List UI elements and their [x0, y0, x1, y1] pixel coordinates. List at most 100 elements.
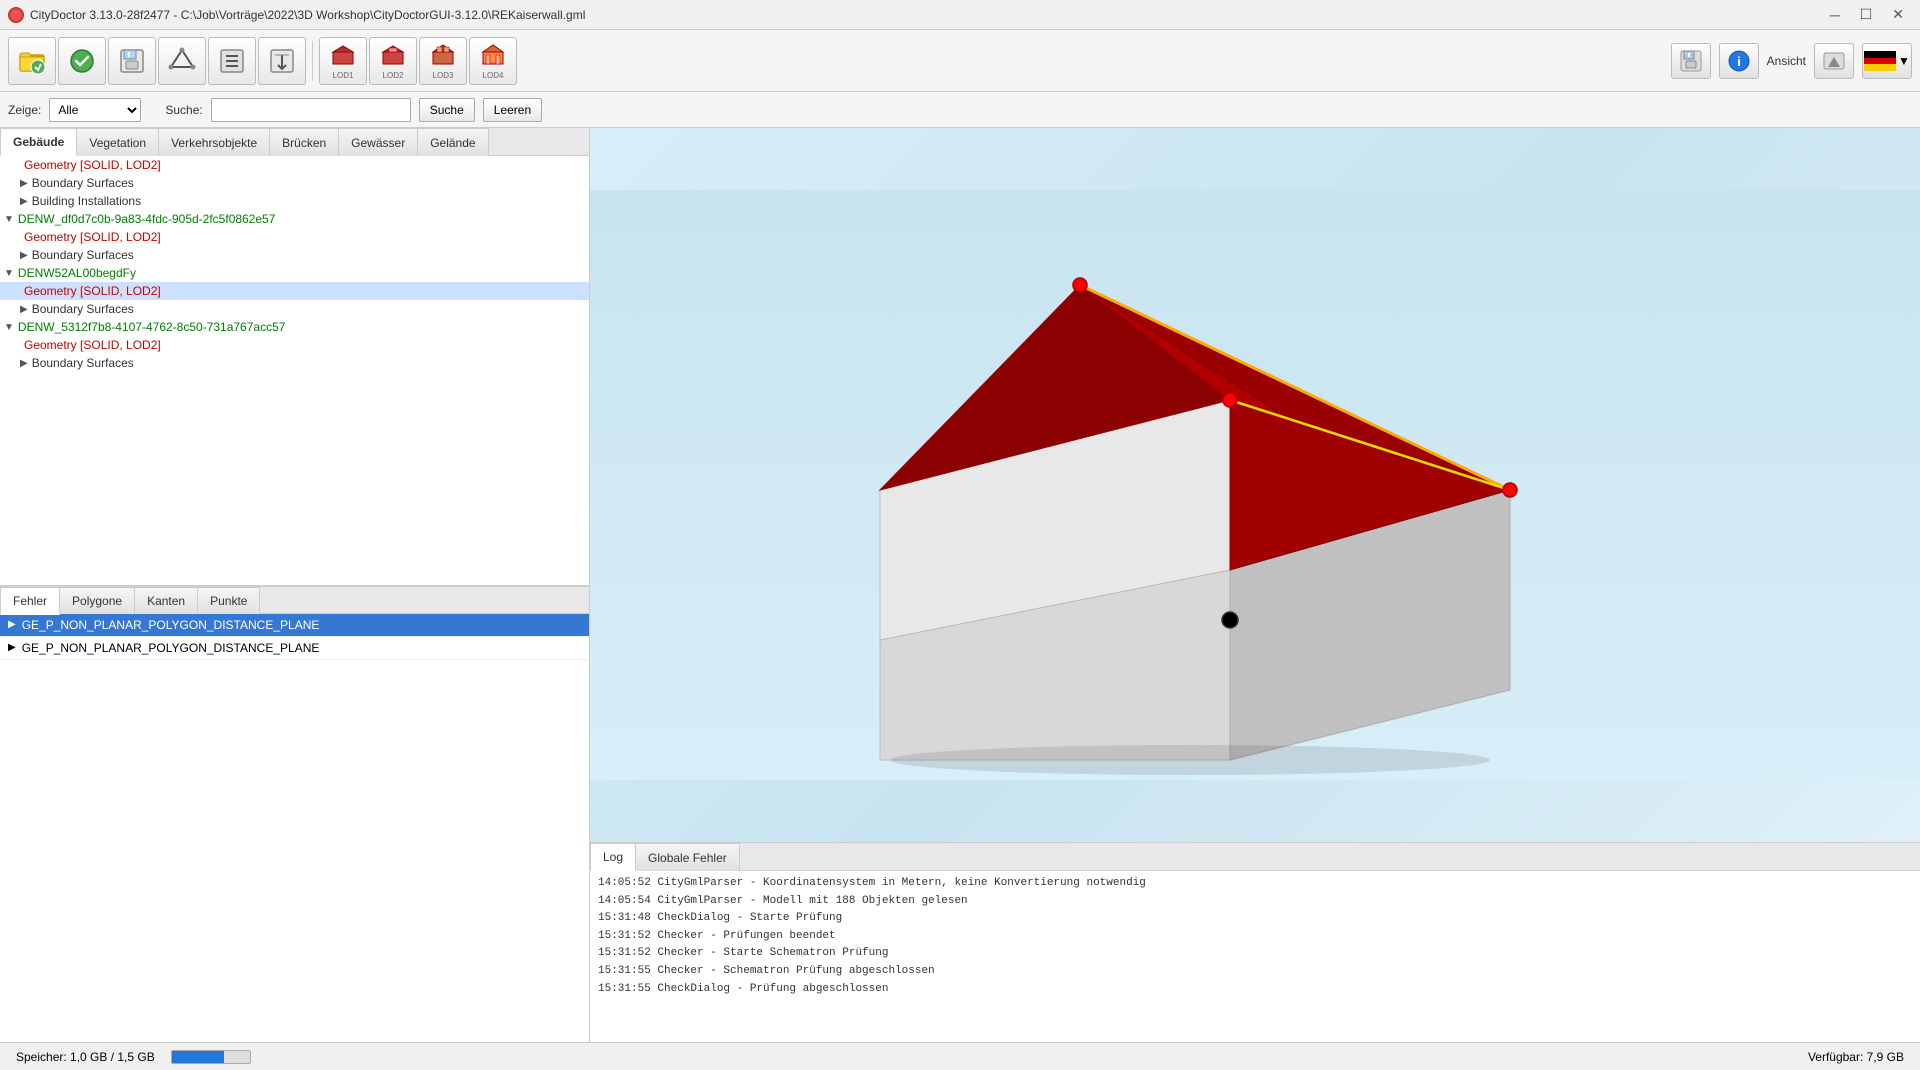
tab-gewaesser[interactable]: Gewässer: [338, 128, 418, 156]
tree-node-boundary1[interactable]: ▶ Boundary Surfaces: [0, 174, 589, 192]
tree-node-denw1[interactable]: ▼ DENW_df0d7c0b-9a83-4fdc-905d-2fc5f0862…: [0, 210, 589, 228]
search-bar: Zeige: Alle Fehler Warnungen Suche: Such…: [0, 92, 1920, 128]
geometry-button[interactable]: [158, 37, 206, 85]
tree-toggle: ▶: [20, 358, 28, 369]
tree-node-boundary3[interactable]: ▶ Boundary Surfaces: [0, 300, 589, 318]
folder-icon: [18, 47, 46, 75]
log-entry-5: 15:31:52 Checker - Starte Schematron Prü…: [598, 945, 1912, 963]
lod3-label: LOD3: [433, 71, 454, 80]
tree-panel: Geometry [SOLID, LOD2] ▶ Boundary Surfac…: [0, 156, 589, 586]
geometry-icon: [168, 47, 196, 75]
tree-node-text: Boundary Surfaces: [32, 356, 134, 370]
lod4-label: LOD4: [483, 71, 504, 80]
bottom-tab-polygone[interactable]: Polygone: [59, 587, 135, 615]
export-button[interactable]: [258, 37, 306, 85]
error-item-2[interactable]: ▶ GE_P_NON_PLANAR_POLYGON_DISTANCE_PLANE: [0, 637, 589, 660]
tree-node-geometry1[interactable]: Geometry [SOLID, LOD2]: [0, 156, 589, 174]
minimize-button[interactable]: ─: [1822, 4, 1848, 25]
status-bar: Speicher: 1,0 GB / 1,5 GB Verfügbar: 7,9…: [0, 1042, 1920, 1070]
tree-node-text: Geometry [SOLID, LOD2]: [24, 338, 161, 352]
error-item-1[interactable]: ▶ GE_P_NON_PLANAR_POLYGON_DISTANCE_PLANE: [0, 614, 589, 637]
tree-node-installations[interactable]: ▶ Building Installations: [0, 192, 589, 210]
log-entry-1: 14:05:52 CityGmlParser - Koordinatensyst…: [598, 875, 1912, 893]
main-layout: Gebäude Vegetation Verkehrsobjekte Brück…: [0, 128, 1920, 1042]
save-file-button[interactable]: [108, 37, 156, 85]
search-button[interactable]: Suche: [419, 98, 475, 122]
tab-bar: Gebäude Vegetation Verkehrsobjekte Brück…: [0, 128, 589, 156]
tree-node-text: Geometry [SOLID, LOD2]: [24, 230, 161, 244]
tree-node-geometry2[interactable]: Geometry [SOLID, LOD2]: [0, 228, 589, 246]
lod1-button[interactable]: LOD1: [319, 37, 367, 85]
window-controls: ─ ☐ ✕: [1822, 4, 1912, 25]
view-button[interactable]: [1814, 43, 1854, 79]
bottom-tab-kanten[interactable]: Kanten: [134, 587, 198, 615]
error-text-1: GE_P_NON_PLANAR_POLYGON_DISTANCE_PLANE: [22, 618, 320, 632]
language-button[interactable]: ▼: [1862, 43, 1912, 79]
bottom-tab-fehler[interactable]: Fehler: [0, 587, 60, 615]
tab-vegetation[interactable]: Vegetation: [76, 128, 159, 156]
lod1-label: LOD1: [333, 71, 354, 80]
ansicht-label: Ansicht: [1767, 54, 1806, 68]
settings-button[interactable]: [208, 37, 256, 85]
right-panel: Log Globale Fehler 14:05:52 CityGmlParse…: [590, 128, 1920, 1042]
tree-node-denw3[interactable]: ▼ DENW_5312f7b8-4107-4762-8c50-731a767ac…: [0, 318, 589, 336]
log-content: 14:05:52 CityGmlParser - Koordinatensyst…: [590, 871, 1920, 1042]
tree-toggle: ▶: [20, 178, 28, 189]
tree-node-boundary4[interactable]: ▶ Boundary Surfaces: [0, 354, 589, 372]
error-toggle: ▶: [8, 642, 16, 653]
settings-icon: [218, 47, 246, 75]
open-folder-button[interactable]: [8, 37, 56, 85]
tree-node-boundary2[interactable]: ▶ Boundary Surfaces: [0, 246, 589, 264]
lod4-button[interactable]: LOD4: [469, 37, 517, 85]
tab-bruecken[interactable]: Brücken: [269, 128, 339, 156]
tree-node-geometry4[interactable]: Geometry [SOLID, LOD2]: [0, 336, 589, 354]
zeige-select[interactable]: Alle Fehler Warnungen: [49, 98, 141, 122]
error-list: ▶ GE_P_NON_PLANAR_POLYGON_DISTANCE_PLANE…: [0, 614, 589, 1043]
viewport[interactable]: [590, 128, 1920, 842]
zeige-label: Zeige:: [8, 103, 41, 117]
search-input[interactable]: [211, 98, 411, 122]
info-button[interactable]: i: [1719, 43, 1759, 79]
close-button[interactable]: ✕: [1884, 4, 1912, 25]
export-icon: [268, 47, 296, 75]
log-panel: Log Globale Fehler 14:05:52 CityGmlParse…: [590, 842, 1920, 1042]
tree-toggle: ▼: [4, 214, 14, 225]
tab-verkehr[interactable]: Verkehrsobjekte: [158, 128, 270, 156]
check-button[interactable]: [58, 37, 106, 85]
tab-gelaende[interactable]: Gelände: [417, 128, 488, 156]
memory-bar: [171, 1050, 251, 1064]
save-top-button[interactable]: [1671, 43, 1711, 79]
log-tab-bar: Log Globale Fehler: [590, 843, 1920, 871]
memory-label: Speicher: 1,0 GB / 1,5 GB: [16, 1050, 155, 1064]
tree-node-text: Boundary Surfaces: [32, 248, 134, 262]
lod2-icon: [379, 42, 407, 70]
bottom-tab-punkte[interactable]: Punkte: [197, 587, 260, 615]
lod3-icon: [429, 42, 457, 70]
toolbar: LOD1 LOD2 LOD3 LOD4: [0, 30, 1920, 92]
log-entry-4: 15:31:52 Checker - Prüfungen beendet: [598, 928, 1912, 946]
tree-node-denw2[interactable]: ▼ DENW52AL00begdFy: [0, 264, 589, 282]
tree-toggle: ▶: [20, 304, 28, 315]
maximize-button[interactable]: ☐: [1852, 4, 1881, 25]
save-file-icon: [118, 47, 146, 75]
tree-toggle: ▶: [20, 250, 28, 261]
tree-node-geometry3[interactable]: Geometry [SOLID, LOD2]: [0, 282, 589, 300]
tab-gebaeude[interactable]: Gebäude: [0, 128, 77, 156]
avail-label: Verfügbar: 7,9 GB: [1808, 1050, 1904, 1064]
tree-node-text: Building Installations: [32, 194, 141, 208]
log-entry-6: 15:31:55 Checker - Schematron Prüfung ab…: [598, 963, 1912, 981]
svg-text:i: i: [1737, 54, 1741, 69]
lod2-button[interactable]: LOD2: [369, 37, 417, 85]
clear-button[interactable]: Leeren: [483, 98, 542, 122]
log-entry-7: 15:31:55 CheckDialog - Prüfung abgeschlo…: [598, 981, 1912, 999]
bottom-tab-bar: Fehler Polygone Kanten Punkte: [0, 586, 589, 614]
tree-node-text: Boundary Surfaces: [32, 302, 134, 316]
lod3-button[interactable]: LOD3: [419, 37, 467, 85]
lod1-icon: [329, 42, 357, 70]
title-text: CityDoctor 3.13.0-28f2477 - C:\Job\Vortr…: [30, 8, 1822, 22]
log-tab-global[interactable]: Globale Fehler: [635, 843, 740, 871]
suche-label: Suche:: [165, 103, 202, 117]
tree-node-text: DENW52AL00begdFy: [18, 266, 136, 280]
log-tab-log[interactable]: Log: [590, 843, 636, 871]
building-3d-view: [590, 128, 1920, 842]
